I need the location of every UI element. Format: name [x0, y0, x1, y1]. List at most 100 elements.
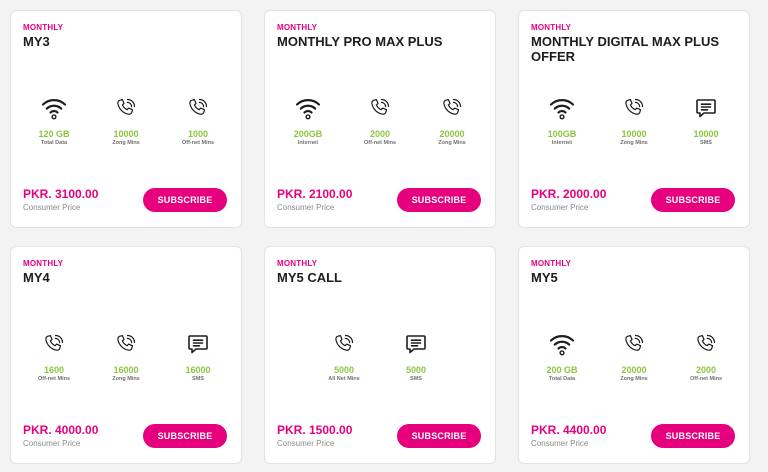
wifi-icon [547, 93, 577, 123]
subscribe-button[interactable]: SUBSCRIBE [143, 188, 227, 212]
feature-list: 5000 All Net Mins 5000 SMS [265, 329, 495, 382]
feature-label: Internet [551, 140, 573, 146]
feature-item: 2000 Off-net Mins [349, 93, 411, 146]
feature-label: Off-net Mins [689, 376, 723, 382]
feature-list: 200GB Internet 2000 Off-net Mins 20000 Z… [265, 93, 495, 146]
sms-icon [691, 93, 721, 123]
feature-label: Zong Mins [112, 376, 140, 382]
feature-label: Total Data [40, 140, 68, 146]
package-card: MONTHLY MY5 CALL 5000 All Net Mins 5000 … [264, 246, 496, 464]
billing-cycle: MONTHLY [531, 23, 572, 32]
price-label: Consumer Price [23, 203, 81, 212]
subscribe-button[interactable]: SUBSCRIBE [651, 188, 735, 212]
feature-item: 16000 SMS [167, 329, 229, 382]
feature-list: 200 GB Total Data 20000 Zong Mins 2000 O… [519, 329, 749, 382]
feature-item: 2000 Off-net Mins [675, 329, 737, 382]
feature-label: SMS [192, 376, 204, 382]
feature-label: SMS [700, 140, 712, 146]
feature-list: 120 GB Total Data 10000 Zong Mins 1000 O… [11, 93, 241, 146]
feature-label: Total Data [548, 376, 576, 382]
feature-value: 200 GB [546, 365, 578, 375]
package-title: MY3 [23, 34, 50, 49]
feature-label: Off-net Mins [363, 140, 397, 146]
feature-value: 2000 [369, 129, 391, 139]
feature-value: 200GB [293, 129, 323, 139]
price-label: Consumer Price [531, 439, 589, 448]
package-title: MY5 [531, 270, 558, 285]
feature-value: 2000 [695, 365, 717, 375]
price-label: Consumer Price [277, 439, 335, 448]
feature-item: 100GB Internet [531, 93, 593, 146]
feature-label: Internet [297, 140, 319, 146]
phone-icon [183, 93, 213, 123]
billing-cycle: MONTHLY [277, 259, 318, 268]
feature-value: 10000 [621, 129, 647, 139]
feature-label: Off-net Mins [181, 140, 215, 146]
feature-value: 100GB [547, 129, 577, 139]
package-price: PKR. 3100.00 [23, 187, 99, 201]
feature-label: Zong Mins [438, 140, 466, 146]
feature-item: 10000 Zong Mins [603, 93, 665, 146]
feature-value: 16000 [113, 365, 139, 375]
price-label: Consumer Price [23, 439, 81, 448]
package-title: MONTHLY PRO MAX PLUS [277, 34, 443, 49]
feature-label: Zong Mins [620, 140, 648, 146]
subscribe-button[interactable]: SUBSCRIBE [143, 424, 227, 448]
feature-item: 120 GB Total Data [23, 93, 85, 146]
feature-value: 10000 [693, 129, 719, 139]
subscribe-button[interactable]: SUBSCRIBE [397, 424, 481, 448]
feature-label: Off-net Mins [37, 376, 71, 382]
feature-value: 10000 [113, 129, 139, 139]
wifi-icon [39, 93, 69, 123]
price-label: Consumer Price [277, 203, 335, 212]
package-card: MONTHLY MY3 120 GB Total Data 10000 Zong… [10, 10, 242, 228]
feature-value: 5000 [405, 365, 427, 375]
feature-item: 1000 Off-net Mins [167, 93, 229, 146]
billing-cycle: MONTHLY [23, 259, 64, 268]
feature-value: 5000 [333, 365, 355, 375]
package-title: MY4 [23, 270, 50, 285]
feature-item: 10000 SMS [675, 93, 737, 146]
package-price: PKR. 4000.00 [23, 423, 99, 437]
subscribe-button[interactable]: SUBSCRIBE [397, 188, 481, 212]
billing-cycle: MONTHLY [23, 23, 64, 32]
feature-label: Zong Mins [112, 140, 140, 146]
feature-label: SMS [410, 376, 422, 382]
package-price: PKR. 2000.00 [531, 187, 607, 201]
phone-icon [437, 93, 467, 123]
phone-icon [329, 329, 359, 359]
feature-label: All Net Mins [328, 376, 360, 382]
phone-icon [111, 329, 141, 359]
feature-item: 200GB Internet [277, 93, 339, 146]
phone-icon [365, 93, 395, 123]
feature-item: 5000 All Net Mins [313, 329, 375, 382]
phone-icon [39, 329, 69, 359]
phone-icon [619, 93, 649, 123]
phone-icon [691, 329, 721, 359]
billing-cycle: MONTHLY [531, 259, 572, 268]
wifi-icon [293, 93, 323, 123]
phone-icon [111, 93, 141, 123]
subscribe-button[interactable]: SUBSCRIBE [651, 424, 735, 448]
feature-value: 20000 [621, 365, 647, 375]
feature-value: 1600 [43, 365, 65, 375]
feature-item: 20000 Zong Mins [421, 93, 483, 146]
wifi-icon [547, 329, 577, 359]
feature-item: 1600 Off-net Mins [23, 329, 85, 382]
package-card: MONTHLY MONTHLY PRO MAX PLUS 200GB Inter… [264, 10, 496, 228]
price-label: Consumer Price [531, 203, 589, 212]
feature-item: 16000 Zong Mins [95, 329, 157, 382]
feature-item: 5000 SMS [385, 329, 447, 382]
feature-value: 16000 [185, 365, 211, 375]
package-price: PKR. 2100.00 [277, 187, 353, 201]
feature-list: 1600 Off-net Mins 16000 Zong Mins 16000 … [11, 329, 241, 382]
feature-label: Zong Mins [620, 376, 648, 382]
package-card: MONTHLY MY4 1600 Off-net Mins 16000 Zong… [10, 246, 242, 464]
sms-icon [183, 329, 213, 359]
billing-cycle: MONTHLY [277, 23, 318, 32]
sms-icon [401, 329, 431, 359]
feature-value: 20000 [439, 129, 465, 139]
feature-value: 120 GB [38, 129, 70, 139]
package-card: MONTHLY MONTHLY DIGITAL MAX PLUS OFFER 1… [518, 10, 750, 228]
phone-icon [619, 329, 649, 359]
